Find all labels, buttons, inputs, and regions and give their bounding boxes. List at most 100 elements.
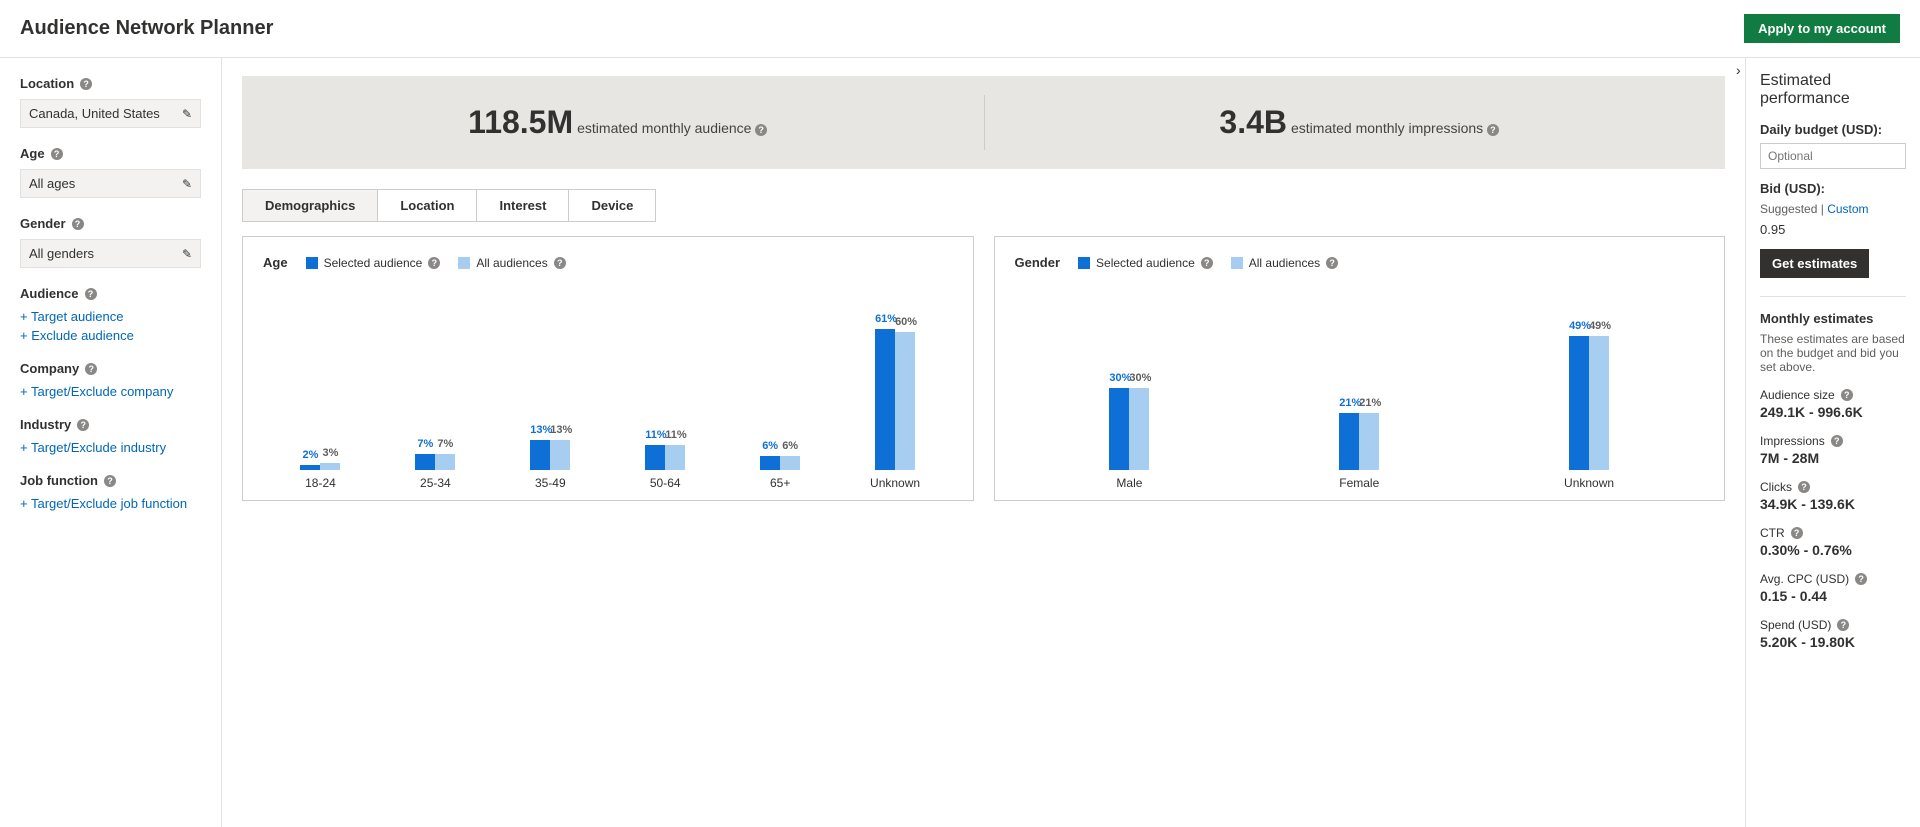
category-label: 50-64: [650, 476, 681, 490]
help-icon[interactable]: ?: [1837, 619, 1849, 631]
help-icon[interactable]: ?: [85, 363, 97, 375]
sidebar-jobfunction: Job function? + Target/Exclude job funct…: [20, 473, 201, 511]
help-icon[interactable]: ?: [85, 288, 97, 300]
target-exclude-industry-link[interactable]: + Target/Exclude industry: [20, 440, 201, 455]
right-panel: › Estimated performance Daily budget (US…: [1745, 58, 1920, 827]
bar[interactable]: 7%: [415, 320, 435, 470]
bar[interactable]: 30%: [1109, 320, 1129, 470]
legend-all: All audiences ?: [458, 256, 565, 270]
stat-impressions: 3.4Bestimated monthly impressions ?: [1219, 104, 1498, 141]
swatch-all-icon: [458, 257, 470, 269]
bar[interactable]: 6%: [760, 320, 780, 470]
tab-location[interactable]: Location: [378, 190, 477, 221]
stat-impressions: Impressions? 7M - 28M: [1760, 434, 1906, 466]
help-icon[interactable]: ?: [428, 257, 440, 269]
tab-device[interactable]: Device: [569, 190, 655, 221]
bar-value-label: 61%: [875, 313, 895, 325]
main-layout: Location? Canada, United States ✎ Age? A…: [0, 58, 1920, 827]
help-icon[interactable]: ?: [104, 475, 116, 487]
help-icon[interactable]: ?: [72, 218, 84, 230]
help-icon[interactable]: ?: [1831, 435, 1843, 447]
help-icon[interactable]: ?: [80, 78, 92, 90]
bid-suggested: Suggested: [1760, 202, 1817, 216]
gender-field[interactable]: All genders ✎: [20, 239, 201, 268]
location-value: Canada, United States: [29, 106, 160, 121]
bar[interactable]: 13%: [530, 320, 550, 470]
bar[interactable]: 6%: [780, 320, 800, 470]
help-icon[interactable]: ?: [51, 148, 63, 160]
pencil-icon[interactable]: ✎: [182, 247, 192, 261]
help-icon[interactable]: ?: [1201, 257, 1213, 269]
help-icon[interactable]: ?: [755, 124, 767, 136]
bar-group: 49%49%Unknown: [1474, 320, 1704, 490]
target-exclude-jobfunction-link[interactable]: + Target/Exclude job function: [20, 496, 201, 511]
stat-value: 34.9K - 139.6K: [1760, 496, 1906, 512]
bar[interactable]: 60%: [895, 320, 915, 470]
tab-interest[interactable]: Interest: [477, 190, 569, 221]
chevron-right-icon[interactable]: ›: [1736, 62, 1741, 78]
jobfunction-label: Job function: [20, 473, 98, 488]
tab-demographics[interactable]: Demographics: [243, 190, 378, 221]
exclude-audience-link[interactable]: + Exclude audience: [20, 328, 201, 343]
help-icon[interactable]: ?: [554, 257, 566, 269]
bar[interactable]: 49%: [1569, 320, 1589, 470]
swatch-selected-icon: [306, 257, 318, 269]
help-icon[interactable]: ?: [1326, 257, 1338, 269]
impressions-sublabel: estimated monthly impressions: [1291, 120, 1483, 136]
sidebar-age: Age? All ages ✎: [20, 146, 201, 198]
help-icon[interactable]: ?: [1791, 527, 1803, 539]
help-icon[interactable]: ?: [1855, 573, 1867, 585]
daily-budget-input[interactable]: [1760, 143, 1906, 169]
bar-value-label: 3%: [320, 447, 340, 459]
chart-age: Age Selected audience ? All audiences ? …: [242, 236, 974, 501]
bar[interactable]: 11%: [645, 320, 665, 470]
category-label: Male: [1116, 476, 1142, 490]
stat-avg-cpc: Avg. CPC (USD)? 0.15 - 0.44: [1760, 572, 1906, 604]
bar[interactable]: 2%: [300, 320, 320, 470]
target-exclude-company-link[interactable]: + Target/Exclude company: [20, 384, 201, 399]
bar-value-label: 49%: [1569, 320, 1589, 332]
help-icon[interactable]: ?: [1487, 124, 1499, 136]
bar[interactable]: 30%: [1129, 320, 1149, 470]
bar-group: 30%30% Male: [1015, 320, 1245, 490]
bar-group: 61%60% Unknown: [838, 320, 953, 490]
stat-label: Impressions: [1760, 434, 1825, 448]
bar[interactable]: 13%: [550, 320, 570, 470]
bar[interactable]: 7%: [435, 320, 455, 470]
bar[interactable]: 21%: [1339, 320, 1359, 470]
bar[interactable]: 3%: [320, 320, 340, 470]
bar-group: 7%7%25-34: [378, 320, 493, 490]
sidebar-audience: Audience? + Target audience + Exclude au…: [20, 286, 201, 343]
age-field[interactable]: All ages ✎: [20, 169, 201, 198]
stat-label: Audience size: [1760, 388, 1835, 402]
charts-row: Age Selected audience ? All audiences ? …: [242, 236, 1725, 501]
stat-label: Avg. CPC (USD): [1760, 572, 1849, 586]
pencil-icon[interactable]: ✎: [182, 107, 192, 121]
bar-value-label: 30%: [1129, 372, 1149, 384]
stat-value: 7M - 28M: [1760, 450, 1906, 466]
category-label: Unknown: [870, 476, 920, 490]
bar[interactable]: 61%: [875, 320, 895, 470]
get-estimates-button[interactable]: Get estimates: [1760, 249, 1869, 278]
monthly-estimates-title: Monthly estimates: [1760, 311, 1906, 326]
age-label: Age: [20, 146, 45, 161]
bar[interactable]: 21%: [1359, 320, 1379, 470]
help-icon[interactable]: ?: [1798, 481, 1810, 493]
help-icon[interactable]: ?: [1841, 389, 1853, 401]
bid-custom-link[interactable]: Custom: [1827, 202, 1868, 216]
bar[interactable]: 49%: [1589, 320, 1609, 470]
gender-label: Gender: [20, 216, 66, 231]
bar-group: 11%11% 50-64: [608, 320, 723, 490]
apply-to-account-button[interactable]: Apply to my account: [1744, 14, 1900, 43]
target-audience-link[interactable]: + Target audience: [20, 309, 201, 324]
audience-value: 118.5M: [468, 104, 573, 140]
location-field[interactable]: Canada, United States ✎: [20, 99, 201, 128]
stat-value: 249.1K - 996.6K: [1760, 404, 1906, 420]
bar[interactable]: 11%: [665, 320, 685, 470]
category-label: 18-24: [305, 476, 336, 490]
bar-value-label: 7%: [415, 438, 435, 450]
help-icon[interactable]: ?: [77, 419, 89, 431]
page-title: Audience Network Planner: [20, 17, 273, 40]
pencil-icon[interactable]: ✎: [182, 177, 192, 191]
stat-value: 0.15 - 0.44: [1760, 588, 1906, 604]
